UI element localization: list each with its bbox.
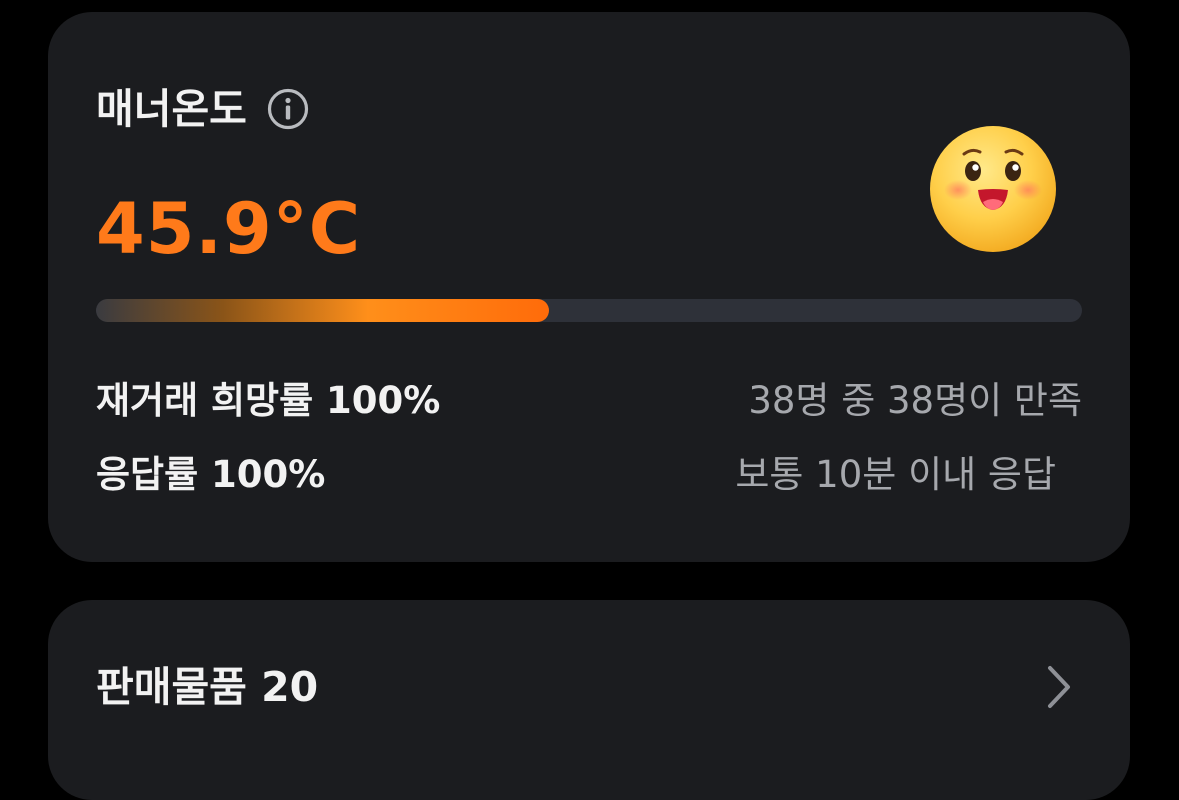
rehire-rate-label: 재거래 희망률 100% [96,379,441,422]
sales-items-title: 판매물품 20 [96,663,319,711]
manner-temperature-value: 45.9°C [96,188,362,270]
info-circle-icon[interactable] [267,88,309,130]
manner-temperature-card: 매너온도 45.9°C 재거래 희망률 100% 38명 중 38명이 만족 응… [48,12,1130,562]
response-rate-detail: 보통 10분 이내 응답 [735,453,1056,496]
chevron-right-icon[interactable] [1044,664,1074,710]
response-rate-label: 응답률 100% [96,453,326,496]
manner-title-row: 매너온도 [96,84,309,134]
manner-progress-fill [96,299,549,322]
manner-title: 매너온도 [96,85,247,133]
smiling-face-icon [930,126,1056,252]
manner-progress-bar [96,299,1082,322]
sales-items-card[interactable]: 판매물품 20 [48,600,1130,800]
rehire-rate-detail: 38명 중 38명이 만족 [748,379,1082,422]
